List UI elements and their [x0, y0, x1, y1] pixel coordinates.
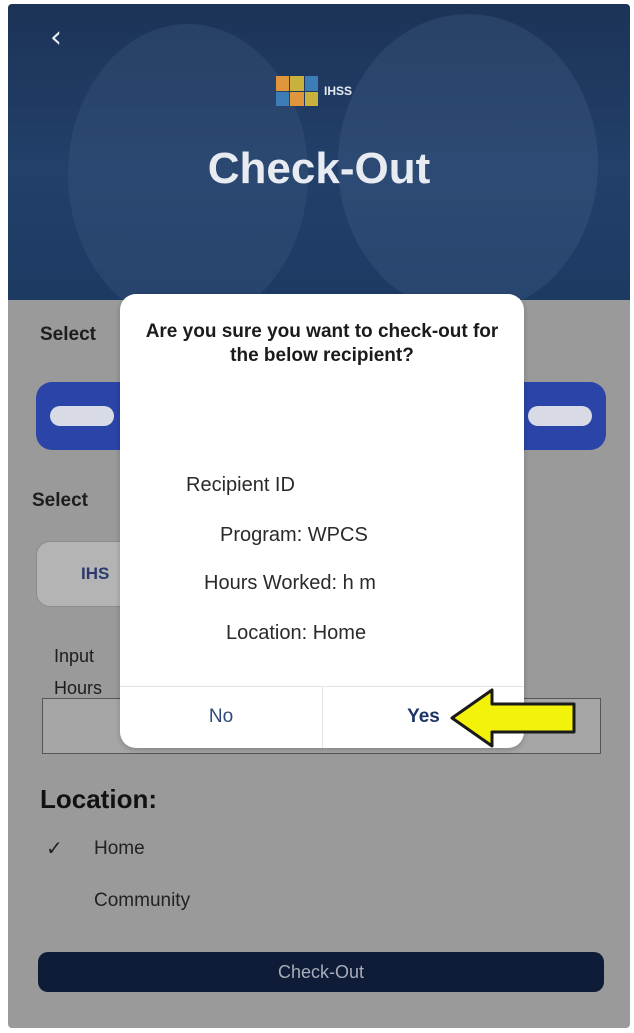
- chevron-left-icon[interactable]: ‹: [50, 20, 62, 55]
- input-label: Input: [54, 646, 95, 666]
- dialog-title: Are you sure you want to check-out for t…: [145, 321, 499, 366]
- location-option-community[interactable]: Community: [94, 890, 190, 912]
- checkmark-icon: ✓: [46, 836, 63, 860]
- hours-worked-text: Hours Worked: h m: [204, 572, 376, 594]
- location-option-home[interactable]: Home: [94, 838, 145, 860]
- location-heading: Location:: [40, 784, 157, 814]
- program-text: Program: WPCS: [220, 524, 368, 546]
- page-title: Check-Out: [207, 144, 431, 193]
- ihss-logo: IHSS: [276, 76, 352, 106]
- location-text: Location: Home: [226, 622, 367, 644]
- select-label: Select: [40, 324, 96, 345]
- checkout-button[interactable]: Check-Out: [38, 952, 604, 992]
- select-label: Select: [32, 490, 88, 511]
- header-banner: ‹ IHSS Check-Out: [8, 4, 630, 300]
- selector-pill[interactable]: [528, 406, 592, 426]
- no-button[interactable]: No: [120, 686, 322, 748]
- selector-pill[interactable]: [50, 406, 114, 426]
- yellow-arrow-icon: [450, 688, 576, 748]
- confirm-dialog: Are you sure you want to check-out for t…: [120, 294, 524, 748]
- hours-label: Hours: [54, 678, 103, 698]
- recipient-id-text: Recipient ID: [186, 474, 295, 496]
- phone-screen: ‹ IHSS Check-Out Select Select IHS Input…: [8, 4, 630, 1028]
- logo-grid-icon: [276, 76, 318, 106]
- program-option-label: IHS: [81, 564, 110, 583]
- logo-text: IHSS: [324, 84, 353, 98]
